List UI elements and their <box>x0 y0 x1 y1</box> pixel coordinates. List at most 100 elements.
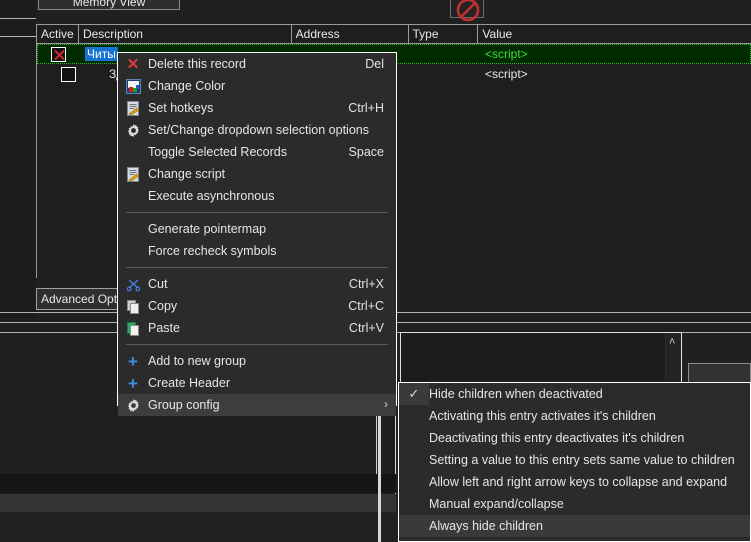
lower-gray-strip <box>0 494 396 512</box>
menu-item-copy[interactable]: Copy Ctrl+C <box>118 295 396 317</box>
gear-icon <box>118 119 148 141</box>
paste-icon <box>118 317 148 339</box>
no-icon <box>118 218 148 240</box>
menu-item-label: Cut <box>148 277 168 291</box>
submenu-item-manual-expand-collapse[interactable]: Manual expand/collapse <box>399 493 750 515</box>
menu-item-label: Execute asynchronous <box>148 189 275 203</box>
menu-item-execute-asynchronous[interactable]: Execute asynchronous <box>118 185 396 207</box>
menu-item-label: Change script <box>148 167 226 181</box>
check-placeholder-icon <box>399 405 429 427</box>
script-panel-scrollbar[interactable]: ˄ <box>665 333 681 389</box>
no-icon <box>118 240 148 262</box>
group-config-submenu[interactable]: ✓ Hide children when deactivated Activat… <box>398 382 751 542</box>
right-border-column <box>378 396 381 542</box>
column-header-active[interactable]: Active <box>37 25 79 44</box>
menu-item-accel: Ctrl+V <box>348 321 384 335</box>
check-placeholder-icon <box>399 427 429 449</box>
submenu-item-setting-value-sets-same-value-to-children[interactable]: Setting a value to this entry sets same … <box>399 449 750 471</box>
menu-item-force-recheck-symbols[interactable]: Force recheck symbols <box>118 240 396 262</box>
no-icon <box>118 141 148 163</box>
menu-item-paste[interactable]: Paste Ctrl+V <box>118 317 396 339</box>
menu-item-accel: Del <box>365 57 384 71</box>
menu-item-accel: Ctrl+X <box>348 277 384 291</box>
bottom-area <box>0 512 396 542</box>
row-value[interactable]: <script> <box>479 67 751 81</box>
menu-item-create-header[interactable]: + Create Header <box>118 372 396 394</box>
chevron-right-icon: › <box>384 397 388 411</box>
column-header-type[interactable]: Type <box>408 25 479 44</box>
cut-scissors-icon <box>118 273 148 295</box>
stop-process-button[interactable] <box>450 0 484 22</box>
submenu-item-hide-children-when-deactivated[interactable]: ✓ Hide children when deactivated <box>399 383 750 405</box>
menu-separator <box>126 267 388 268</box>
delete-x-icon: ✕ <box>126 55 140 73</box>
check-placeholder-icon <box>399 493 429 515</box>
check-placeholder-icon <box>399 471 429 493</box>
submenu-item-always-hide-children[interactable]: Always hide children <box>399 515 750 537</box>
menu-item-label: Add to new group <box>148 354 246 368</box>
submenu-item-label: Hide children when deactivated <box>429 387 603 401</box>
menu-item-label: Toggle Selected Records <box>148 145 287 159</box>
menu-item-label: Delete this record <box>148 57 246 71</box>
menu-item-change-color[interactable]: Change Color <box>118 75 396 97</box>
menu-item-set-change-dropdown-selection-options[interactable]: Set/Change dropdown selection options <box>118 119 396 141</box>
menu-item-label: Set/Change dropdown selection options <box>148 123 369 137</box>
menu-item-group-config[interactable]: Group config › <box>118 394 396 416</box>
menu-item-set-hotkeys[interactable]: Set hotkeys Ctrl+H <box>118 97 396 119</box>
rail-top-left <box>0 18 36 19</box>
copy-icon <box>118 295 148 317</box>
menu-item-label: Force recheck symbols <box>148 244 277 258</box>
memory-view-button[interactable]: Memory View <box>38 0 180 10</box>
menu-item-label: Copy <box>148 299 178 313</box>
scroll-up-arrow-icon[interactable]: ˄ <box>669 337 675 348</box>
menu-item-generate-pointermap[interactable]: Generate pointermap <box>118 218 396 240</box>
menu-item-delete-this-record[interactable]: ✕ Delete this record Del <box>118 53 396 75</box>
check-placeholder-icon <box>399 515 429 537</box>
no-icon <box>118 185 148 207</box>
submenu-item-label: Allow left and right arrow keys to colla… <box>429 475 728 489</box>
menu-item-label: Change Color <box>148 79 226 93</box>
checkbox-unchecked-icon[interactable] <box>61 66 76 82</box>
menu-item-label: Group config <box>148 398 220 412</box>
menu-item-accel: Ctrl+H <box>348 101 384 115</box>
menu-item-add-to-new-group[interactable]: + Add to new group <box>118 350 396 372</box>
menu-item-change-script[interactable]: Change script <box>118 163 396 185</box>
menu-separator <box>126 344 388 345</box>
menu-item-accel: Ctrl+C <box>348 299 384 313</box>
menu-item-toggle-selected-records[interactable]: Toggle Selected Records Space <box>118 141 396 163</box>
submenu-item-deactivating-this-entry-deactivates-children[interactable]: Deactivating this entry deactivates it's… <box>399 427 750 449</box>
color-palette-icon <box>118 75 148 97</box>
submenu-item-label: Always hide children <box>429 519 543 533</box>
lower-dark-strip <box>0 474 396 493</box>
menu-item-cut[interactable]: Cut Ctrl+X <box>118 273 396 295</box>
advanced-options-label: Advanced Opt <box>41 292 118 306</box>
script-edit-icon <box>118 97 148 119</box>
context-menu[interactable]: ✕ Delete this record Del Change Color Se… <box>117 52 397 416</box>
submenu-item-label: Setting a value to this entry sets same … <box>429 453 735 467</box>
menu-item-label: Paste <box>148 321 180 335</box>
checkbox-checked-x-icon[interactable] <box>50 46 66 62</box>
column-header-address[interactable]: Address <box>291 25 409 44</box>
row-active-checkbox[interactable] <box>37 66 79 82</box>
plus-icon: + <box>128 351 138 371</box>
menu-item-accel: Space <box>348 145 384 159</box>
submenu-item-allow-arrow-keys-collapse-expand[interactable]: Allow left and right arrow keys to colla… <box>399 471 750 493</box>
memory-view-label: Memory View <box>72 0 146 9</box>
gear-icon <box>118 394 148 416</box>
cheat-table-header: Active Description Address Type Value <box>37 25 751 44</box>
submenu-item-activating-this-entry-activates-children[interactable]: Activating this entry activates it's chi… <box>399 405 750 427</box>
check-icon: ✓ <box>399 383 429 405</box>
row-active-checkbox[interactable] <box>37 46 79 62</box>
menu-item-label: Generate pointermap <box>148 222 267 236</box>
menu-item-label: Create Header <box>148 376 230 390</box>
plus-icon: + <box>128 373 138 393</box>
row-value[interactable]: <script> <box>479 47 751 61</box>
menu-separator <box>126 212 388 213</box>
left-edge-strip <box>0 0 36 318</box>
submenu-item-label: Activating this entry activates it's chi… <box>429 409 656 423</box>
column-header-value[interactable]: Value <box>478 25 751 44</box>
script-edit-icon <box>118 163 148 185</box>
check-placeholder-icon <box>399 449 429 471</box>
submenu-item-label: Manual expand/collapse <box>429 497 564 511</box>
column-header-description[interactable]: Description <box>78 25 292 44</box>
